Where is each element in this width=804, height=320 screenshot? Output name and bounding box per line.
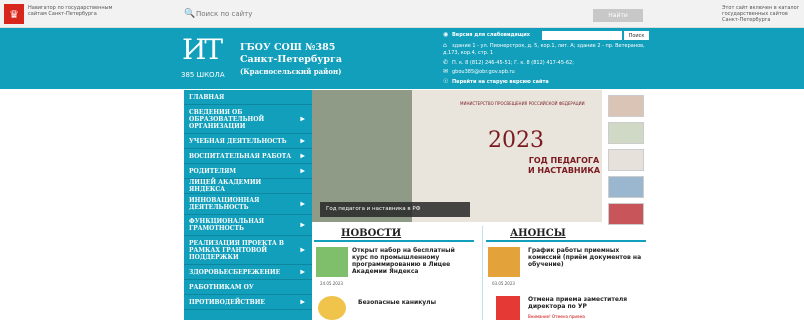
site-header: ИТ 385 ШКОЛА ГБОУ СОШ №385 Санкт-Петербу… (0, 28, 804, 89)
school-district: (Красносельский район) (240, 67, 342, 76)
mail-icon: ✉ (443, 68, 449, 75)
home-icon: ⌂ (443, 42, 447, 49)
chevron-right-icon: ▶ (300, 152, 305, 160)
sidebar-item[interactable]: ЗДОРОВЬЕСБЕРЕЖЕНИЕ ▶ (184, 265, 312, 280)
announcement-badge: Внимание! Отмена приема (528, 314, 585, 319)
column-divider (482, 226, 483, 320)
email-link[interactable]: gbou385@obr.gov.spb.ru (452, 69, 515, 75)
school-title-line1: ГБОУ СОШ №385 (240, 42, 336, 53)
sidebar-item-label: ИННОВАЦИОННАЯ ДЕЯТЕЛЬНОСТЬ (189, 197, 260, 211)
catalog-note: Этот сайт включен в каталог государствен… (722, 5, 800, 23)
sidebar-item[interactable]: ВОСПИТАТЕЛЬНАЯ РАБОТА ▶ (184, 149, 312, 164)
visually-impaired-label: Версия для слабовидящих (452, 32, 530, 38)
chevron-right-icon: ▶ (300, 115, 305, 123)
sidebar-item-label: ГЛАВНАЯ (189, 93, 225, 101)
news-item-title[interactable]: Безопасные каникулы (358, 299, 478, 306)
sidebar-item-label: РАБОТНИКАМ ОУ (189, 283, 254, 291)
school-logo-caption: 385 ШКОЛА (181, 71, 225, 79)
school-title-line2: Санкт-Петербурга (240, 54, 342, 65)
email-row[interactable]: ✉ gbou385@obr.gov.spb.ru (443, 68, 515, 76)
news-heading[interactable]: НОВОСТИ (341, 228, 401, 239)
globe-icon: ☉ (443, 78, 449, 85)
old-version-link[interactable]: Перейти на старую версию сайта (452, 79, 549, 85)
announcement-item-title[interactable]: Отмена приема заместителя директора по У… (528, 296, 648, 310)
chevron-right-icon: ▶ (300, 221, 305, 229)
sidebar-item-label: ВОСПИТАТЕЛЬНАЯ РАБОТА (189, 152, 292, 160)
sidebar-item[interactable]: ИННОВАЦИОННАЯ ДЕЯТЕЛЬНОСТЬ ▶ (184, 194, 312, 215)
slider-thumb[interactable] (608, 203, 644, 225)
sidebar-item-label: РОДИТЕЛЯМ (189, 167, 237, 175)
sidebar-item-label: СВЕДЕНИЯ ОБ ОБРАЗОВАТЕЛЬНОЙ ОРГАНИЗАЦИИ (189, 108, 265, 130)
announcement-item-date: 03.05.2023 (492, 281, 515, 286)
slider-thumbnails (608, 95, 644, 230)
sidebar-item[interactable]: ЛИЦЕЙ АКАДЕМИИ ЯНДЕКСА (184, 179, 312, 194)
search-icon: 🔍 (184, 9, 196, 19)
sidebar-item[interactable]: ГЛАВНАЯ (184, 90, 312, 105)
sidebar-item[interactable]: РОДИТЕЛЯМ ▶ (184, 164, 312, 179)
slide-caption[interactable]: Год педагога и наставника в РФ (320, 202, 470, 217)
sidebar-item[interactable]: ФУНКЦИОНАЛЬНАЯ ГРАМОТНОСТЬ ▶ (184, 215, 312, 236)
old-version-row[interactable]: ☉ Перейти на старую версию сайта (443, 78, 549, 86)
eye-icon: ◉ (443, 31, 449, 38)
slider-thumb[interactable] (608, 176, 644, 198)
sidebar-item-label: РЕАЛИЗАЦИЯ ПРОЕКТА В РАМКАХ ГРАНТОВОЙ ПО… (189, 239, 284, 261)
site-search-button[interactable]: Найти (593, 9, 643, 22)
slide-year: 2023 (488, 128, 544, 153)
sidebar-item[interactable]: РЕАЛИЗАЦИЯ ПРОЕКТА В РАМКАХ ГРАНТОВОЙ ПО… (184, 236, 312, 265)
sidebar-item-label: ЗДОРОВЬЕСБЕРЕЖЕНИЕ (189, 268, 281, 276)
school-logo[interactable]: ИТ (182, 36, 224, 64)
sidebar-item-label: ФУНКЦИОНАЛЬНАЯ ГРАМОТНОСТЬ (189, 218, 265, 232)
visually-impaired-link[interactable]: ◉ Версия для слабовидящих (443, 31, 530, 39)
news-item-image[interactable] (316, 247, 348, 277)
slider-thumb[interactable] (608, 95, 644, 117)
warning-icon (496, 296, 520, 320)
chevron-right-icon: ▶ (300, 298, 305, 306)
announcements-underline (486, 240, 646, 242)
sidebar-item-label: ЛИЦЕЙ АКАДЕМИИ ЯНДЕКСА (189, 179, 262, 193)
sidebar-item[interactable]: УЧЕБНАЯ ДЕЯТЕЛЬНОСТЬ ▶ (184, 134, 312, 149)
phones-row: ✆ П. к. 8 (812) 246-45-51; Г. к. 8 (812) … (443, 59, 653, 67)
slider-thumb[interactable] (608, 122, 644, 144)
school-title: ГБОУ СОШ №385 Санкт-Петербурга (240, 42, 342, 66)
address-text: здание 1 - ул. Пионерстрок, д. 5, кор.1,… (443, 43, 645, 56)
portal-topbar: ♛ Навигатор по государственным сайтам Са… (0, 0, 804, 28)
news-item-date: 24.05.2023 (320, 281, 343, 286)
portal-navigator-text[interactable]: Навигатор по государственным сайтам Санк… (28, 5, 118, 17)
chevron-right-icon: ▶ (300, 137, 305, 145)
header-search-button[interactable]: Поиск (624, 31, 649, 40)
announcement-item-title[interactable]: График работы приемных комиссий (приём д… (528, 247, 648, 268)
address-row: ⌂ здание 1 - ул. Пионерстрок, д. 5, кор.1… (443, 42, 653, 57)
sidebar-item-label: УЧЕБНАЯ ДЕЯТЕЛЬНОСТЬ (189, 137, 287, 145)
chevron-right-icon: ▶ (300, 167, 305, 175)
phones-text: П. к. 8 (812) 246-45-51; Г. к. 8 (812) 4… (452, 60, 574, 66)
header-search-input[interactable] (542, 31, 622, 40)
chevron-right-icon: ▶ (300, 268, 305, 276)
sidebar-item-label: ПРОТИВОДЕЙСТВИЕ (189, 298, 265, 306)
chevron-right-icon: ▶ (300, 246, 305, 254)
sidebar-item[interactable]: СВЕДЕНИЯ ОБ ОБРАЗОВАТЕЛЬНОЙ ОРГАНИЗАЦИИ ▶ (184, 105, 312, 134)
news-underline (314, 240, 474, 242)
news-item-image[interactable] (318, 296, 346, 320)
news-item-title[interactable]: Открыт набор на бесплатный курс по промы… (352, 247, 472, 275)
side-navigation: ГЛАВНАЯ СВЕДЕНИЯ ОБ ОБРАЗОВАТЕЛЬНОЙ ОРГАН… (184, 90, 312, 320)
site-search-input[interactable] (196, 7, 586, 21)
slider-thumb[interactable] (608, 149, 644, 171)
chevron-right-icon: ▶ (300, 200, 305, 208)
announcement-item-image[interactable] (488, 247, 520, 277)
slide-ministry-text: МИНИСТЕРСТВО ПРОСВЕЩЕНИЯ РОССИЙСКОЙ ФЕДЕ… (460, 101, 585, 106)
sidebar-item[interactable]: ПРОТИВОДЕЙСТВИЕ ▶ (184, 295, 312, 310)
phone-icon: ✆ (443, 59, 449, 66)
announcements-heading[interactable]: АНОНСЫ (510, 228, 566, 239)
spb-emblem-icon[interactable]: ♛ (4, 4, 24, 24)
sidebar-item[interactable]: РАБОТНИКАМ ОУ (184, 280, 312, 295)
slide-subtitle: ГОД ПЕДАГОГА И НАСТАВНИКА (527, 156, 601, 175)
